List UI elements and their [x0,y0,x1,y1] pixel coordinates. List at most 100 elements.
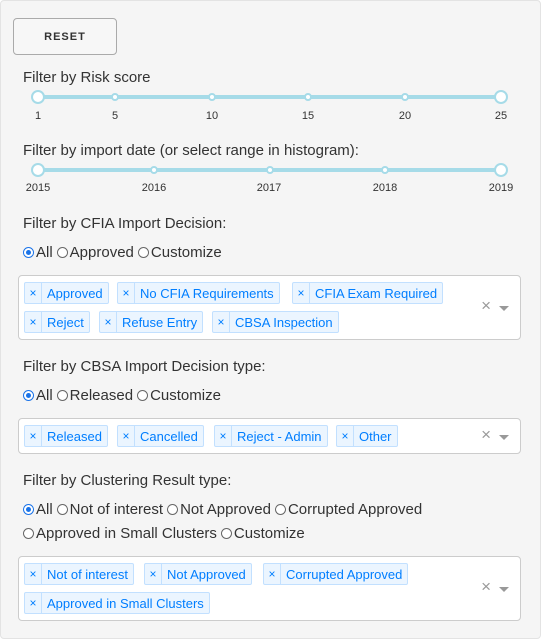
tag-label: Not Approved [167,566,246,582]
cluster-radio-not-approved[interactable]: Not Approved [167,501,271,518]
tag-remove-icon[interactable]: × [293,283,310,303]
radio-selected-icon [23,247,34,258]
chevron-down-icon[interactable] [499,587,509,592]
cluster-radio-approved-small-clusters[interactable]: Approved in Small Clusters [23,525,217,542]
cluster-radio-corrupted-approved[interactable]: Corrupted Approved [274,501,422,518]
cluster-radio-group-row2: Approved in Small Clusters Customize [23,525,309,542]
date-tick-label: 2017 [256,182,282,194]
cbsa-radio-customize[interactable]: Customize [137,387,221,404]
tag-label: Approved [47,285,103,301]
tag-refuse-entry: × Refuse Entry [99,311,204,333]
tag-remove-icon[interactable]: × [337,426,354,446]
radio-icon [274,504,286,515]
date-max-handle[interactable] [494,163,508,177]
risk-tick-label: 1 [34,110,42,122]
cfia-decision-label: Filter by CFIA Import Decision: [23,215,227,232]
tag-label: CBSA Inspection [235,314,333,330]
cluster-multiselect[interactable]: × Not of interest × Not Approved × Corrupte… [18,556,521,621]
clear-icon[interactable]: × [481,425,491,445]
cluster-radio-all[interactable]: All [23,501,53,518]
risk-tick [304,93,313,101]
risk-score-label: Filter by Risk score [23,69,151,86]
tag-label: CFIA Exam Required [315,285,438,301]
radio-label: Not Approved [180,501,271,518]
tag-remove-icon[interactable]: × [25,564,42,584]
cfia-radio-approved[interactable]: Approved [56,244,134,261]
reset-button[interactable]: RESET [13,18,117,55]
tag-not-approved: × Not Approved [144,563,252,585]
date-tick-label: 2018 [372,182,398,194]
cfia-radio-all[interactable]: All [23,244,53,261]
risk-min-handle[interactable] [31,90,45,104]
risk-score-slider[interactable] [31,90,508,104]
clear-icon[interactable]: × [481,577,491,597]
tag-remove-icon[interactable]: × [213,312,230,332]
cbsa-radio-released[interactable]: Released [56,387,133,404]
tag-label: Reject - Admin [237,428,322,444]
radio-icon [56,247,68,258]
cbsa-multiselect[interactable]: × Released × Cancelled × Reject - Admin × Ot… [18,418,521,454]
tag-remove-icon[interactable]: × [215,426,232,446]
tag-remove-icon[interactable]: × [100,312,117,332]
tag-label: Corrupted Approved [286,566,403,582]
chevron-down-icon[interactable] [499,306,509,311]
cluster-radio-group-row1: All Not of interest Not Approved Corrupt… [23,501,426,518]
tag-remove-icon[interactable]: × [264,564,281,584]
cluster-radio-customize[interactable]: Customize [220,525,305,542]
tag-cfia-exam-required: × CFIA Exam Required [292,282,444,304]
tag-label: Approved in Small Clusters [47,595,204,611]
tag-cbsa-inspection: × CBSA Inspection [212,311,339,333]
cbsa-decision-label: Filter by CBSA Import Decision type: [23,358,266,375]
cbsa-radio-group: All Released Customize [23,387,225,404]
cfia-radio-group: All Approved Customize [23,244,226,261]
cbsa-radio-all[interactable]: All [23,387,53,404]
tag-label: No CFIA Requirements [140,285,274,301]
risk-tick [207,93,216,101]
cfia-radio-customize[interactable]: Customize [137,244,222,261]
tag-label: Reject [47,314,84,330]
radio-label: All [36,244,53,261]
tag-remove-icon[interactable]: × [145,564,162,584]
tag-other: × Other [336,425,398,447]
tag-remove-icon[interactable]: × [25,283,42,303]
risk-tick-label: 15 [301,110,315,122]
date-min-handle[interactable] [31,163,45,177]
chevron-down-icon[interactable] [499,435,509,440]
radio-label: Customize [233,525,305,542]
tag-remove-icon[interactable]: × [118,283,135,303]
tag-label: Cancelled [140,428,198,444]
clear-icon[interactable]: × [481,296,491,316]
radio-label: All [36,501,53,518]
tag-remove-icon[interactable]: × [118,426,135,446]
risk-tick-label: 25 [494,110,508,122]
date-tick [265,166,274,174]
radio-label: Approved in Small Clusters [36,525,217,542]
cfia-multiselect[interactable]: × Approved × No CFIA Requirements × CFIA Ex… [18,275,521,340]
import-date-slider[interactable] [31,163,508,177]
filter-panel: RESET Filter by Risk score 1 5 10 15 20 … [0,0,541,639]
tag-label: Released [47,428,102,444]
risk-max-handle[interactable] [494,90,508,104]
tag-label: Refuse Entry [122,314,198,330]
date-tick [149,166,158,174]
tag-label: Not of interest [47,566,128,582]
clustering-result-label: Filter by Clustering Result type: [23,472,232,489]
tag-no-cfia-requirements: × No CFIA Requirements [117,282,280,304]
radio-label: Customize [150,244,222,261]
tag-reject: × Reject [24,311,90,333]
radio-label: Customize [150,387,221,404]
cluster-radio-not-of-interest[interactable]: Not of interest [56,501,164,518]
radio-label: Not of interest [69,501,164,518]
risk-tick-label: 20 [398,110,412,122]
tag-approved-small-clusters: × Approved in Small Clusters [24,592,210,614]
tag-not-of-interest: × Not of interest [24,563,134,585]
import-date-label: Filter by import date (or select range i… [23,142,359,159]
radio-icon [220,528,232,539]
date-tick-label: 2015 [25,182,51,194]
tag-label: Other [359,428,392,444]
tag-remove-icon[interactable]: × [25,426,42,446]
radio-label: Approved [69,244,134,261]
radio-icon [23,528,34,539]
tag-remove-icon[interactable]: × [25,593,42,613]
tag-remove-icon[interactable]: × [25,312,42,332]
